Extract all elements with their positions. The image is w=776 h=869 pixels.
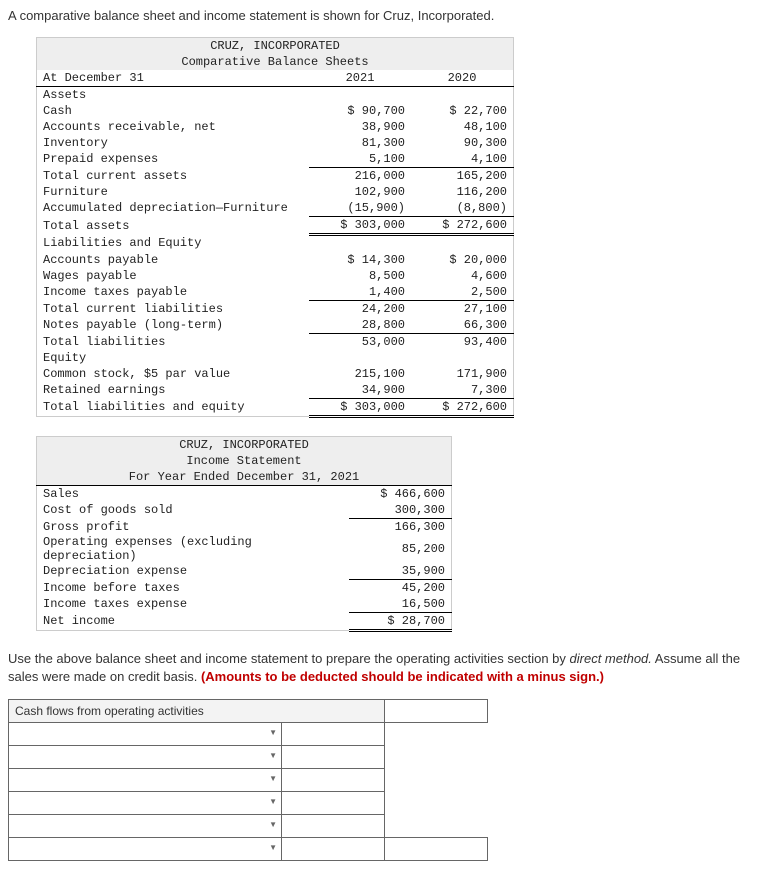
bs-col1: 2021: [309, 70, 411, 87]
table-row: Inventory: [37, 135, 310, 151]
answer-row-amount[interactable]: [282, 838, 385, 861]
table-row: Income taxes expense: [37, 596, 350, 613]
bs-col2: 2020: [411, 70, 514, 87]
table-row: Prepaid expenses: [37, 151, 310, 168]
answer-row-amount[interactable]: [282, 769, 385, 792]
table-row: Total current liabilities: [37, 301, 310, 318]
answer-table: Cash flows from operating activities: [8, 699, 488, 861]
equity-header: Equity: [37, 350, 310, 366]
instr-red: (Amounts to be deducted should be indica…: [201, 669, 604, 684]
table-row: Operating expenses (excluding depreciati…: [37, 535, 350, 563]
answer-row-dropdown[interactable]: [9, 838, 282, 861]
bs-title: Comparative Balance Sheets: [37, 54, 514, 70]
answer-row-amount[interactable]: [282, 746, 385, 769]
answer-row-amount[interactable]: [282, 723, 385, 746]
answer-row-dropdown[interactable]: [9, 792, 282, 815]
assets-header: Assets: [37, 87, 310, 104]
is-title: Income Statement: [37, 453, 452, 469]
is-period: For Year Ended December 31, 2021: [37, 469, 452, 486]
balance-sheet-table: CRUZ, INCORPORATED Comparative Balance S…: [36, 37, 514, 418]
liab-header: Liabilities and Equity: [37, 235, 310, 253]
instructions-text: Use the above balance sheet and income s…: [8, 650, 768, 685]
table-row: Income before taxes: [37, 580, 350, 597]
table-row: Accumulated depreciation—Furniture: [37, 200, 310, 217]
table-row: Common stock, $5 par value: [37, 366, 310, 382]
table-row: Retained earnings: [37, 382, 310, 399]
table-row: Accounts receivable, net: [37, 119, 310, 135]
table-row: Wages payable: [37, 268, 310, 284]
table-row: Net income: [37, 613, 350, 631]
table-row: Gross profit: [37, 519, 350, 536]
answer-subtotal-cell[interactable]: [385, 838, 488, 861]
intro-text: A comparative balance sheet and income s…: [8, 8, 768, 23]
income-statement-table: CRUZ, INCORPORATED Income Statement For …: [36, 436, 452, 632]
table-row: Cost of goods sold: [37, 502, 350, 519]
table-row: Total liabilities: [37, 334, 310, 351]
answer-row-dropdown[interactable]: [9, 815, 282, 838]
table-row: Cash: [37, 103, 310, 119]
table-row: Accounts payable: [37, 252, 310, 268]
bs-col-label: At December 31: [37, 70, 310, 87]
bs-company: CRUZ, INCORPORATED: [37, 38, 514, 55]
table-row: Total current assets: [37, 168, 310, 185]
instr-em: direct method.: [570, 651, 652, 666]
answer-header: Cash flows from operating activities: [9, 700, 385, 723]
table-row: Total liabilities and equity: [37, 399, 310, 417]
answer-row-amount[interactable]: [282, 792, 385, 815]
is-company: CRUZ, INCORPORATED: [37, 437, 452, 454]
answer-total-cell[interactable]: [385, 700, 488, 723]
answer-row-dropdown[interactable]: [9, 723, 282, 746]
table-row: Total assets: [37, 217, 310, 235]
table-row: Income taxes payable: [37, 284, 310, 301]
table-row: Furniture: [37, 184, 310, 200]
answer-row-dropdown[interactable]: [9, 746, 282, 769]
answer-row-amount[interactable]: [282, 815, 385, 838]
table-row: Sales: [37, 486, 350, 503]
answer-row-dropdown[interactable]: [9, 769, 282, 792]
instr-part-a: Use the above balance sheet and income s…: [8, 651, 570, 666]
table-row: Depreciation expense: [37, 563, 350, 580]
table-row: Notes payable (long-term): [37, 317, 310, 334]
